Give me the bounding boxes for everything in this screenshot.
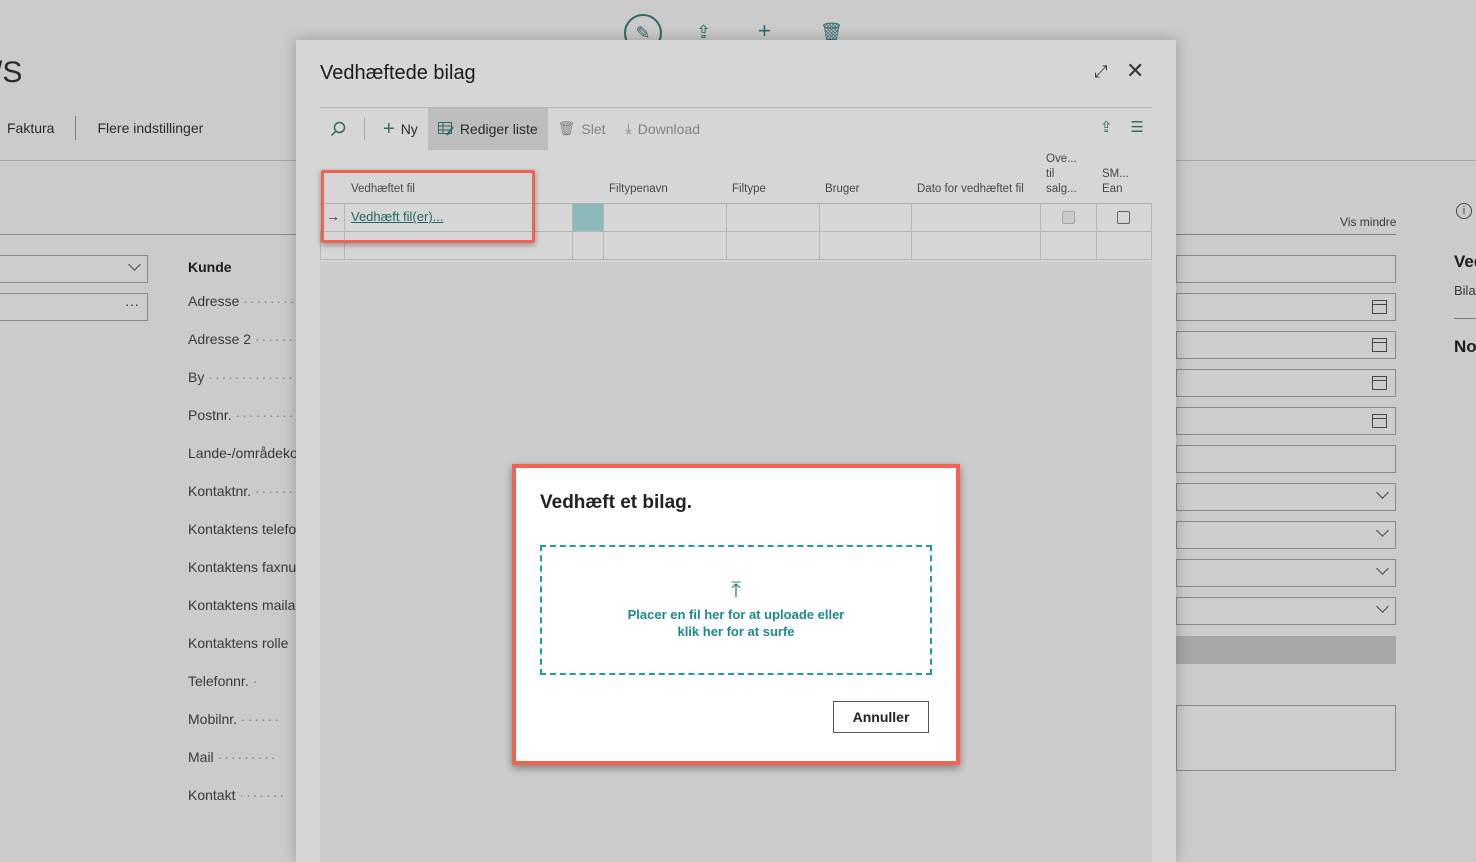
edit-list-icon [437, 121, 454, 136]
expand-icon[interactable]: ⤢ [1094, 62, 1114, 82]
checkbox [1062, 211, 1075, 224]
toolbar-right-actions: ⇪ ☰ [1100, 118, 1144, 136]
upload-dialog: Vedhæft et bilag. ⤒ Placer en fil her fo… [512, 464, 960, 765]
dropzone-text: Placer en fil her for at uploade eller k… [627, 607, 845, 639]
close-icon[interactable]: ✕ [1126, 58, 1148, 83]
cancel-button[interactable]: Annuller [833, 701, 929, 733]
delete-button[interactable]: 🗑 Slet [548, 108, 616, 150]
download-icon: ⤓ [625, 120, 632, 136]
file-dropzone[interactable]: ⤒ Placer en fil her for at uploade eller… [540, 545, 932, 675]
download-button[interactable]: ⤓ Download [616, 108, 710, 150]
list-view-icon[interactable]: ☰ [1131, 118, 1144, 136]
new-button[interactable]: + Ny [373, 108, 428, 150]
column-header[interactable]: Ove... til salg... [1046, 152, 1080, 197]
edit-list-button[interactable]: Rediger liste [427, 107, 548, 150]
column-header[interactable]: Filtypenavn [609, 182, 668, 197]
divider [364, 117, 365, 140]
share-icon[interactable]: ⇪ [1100, 118, 1113, 136]
search-button[interactable] [320, 108, 356, 150]
upload-dialog-title: Vedhæft et bilag. [540, 492, 693, 513]
dialog-toolbar: + Ny Rediger liste 🗑 Slet ⤓ Download ⇪ ☰ [320, 107, 1152, 150]
column-header[interactable]: Filtype [732, 182, 766, 197]
checkbox[interactable] [1117, 211, 1130, 224]
column-header[interactable]: Bruger [825, 182, 860, 197]
selected-cell[interactable] [573, 204, 603, 231]
new-label: Ny [400, 120, 418, 137]
dialog-title: Vedhæftede bilag [320, 62, 476, 84]
column-header[interactable]: Dato for vedhæftet fil [917, 182, 1027, 197]
highlight-box [321, 170, 535, 243]
column-header[interactable]: SM... Ean [1102, 167, 1132, 197]
trash-icon: 🗑 [557, 120, 576, 136]
edit-list-label: Rediger liste [459, 120, 538, 137]
download-label: Download [637, 120, 701, 137]
add-icon: + [383, 117, 395, 140]
delete-label: Slet [581, 120, 606, 137]
search-icon [330, 121, 346, 136]
upload-icon: ⤒ [731, 577, 741, 602]
